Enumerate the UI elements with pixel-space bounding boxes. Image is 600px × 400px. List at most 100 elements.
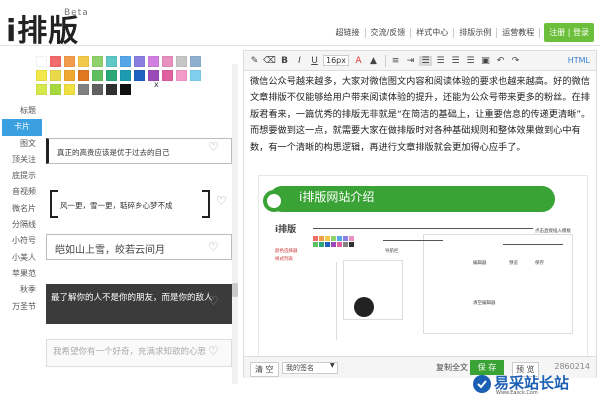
chevron-down-icon[interactable]: ▼	[330, 362, 335, 369]
category-item[interactable]: 卡片	[2, 119, 42, 136]
card-text: 最了解你的人不是你的朋友，而是你的敌人	[51, 293, 213, 303]
nav-tutorials[interactable]: 运营教程	[497, 27, 541, 38]
logo[interactable]: i排版 Beta	[6, 6, 88, 50]
login-button[interactable]: 注册 | 登录	[544, 23, 594, 42]
style-card[interactable]: 皑如山上雪，皎若云间月	[46, 234, 232, 260]
heart-icon[interactable]: ♡	[208, 344, 219, 358]
category-item[interactable]: 秋季	[0, 282, 44, 298]
category-item[interactable]: 标题	[0, 103, 44, 119]
color-swatch[interactable]	[134, 56, 145, 67]
color-swatch[interactable]	[64, 56, 75, 67]
scrollbar-thumb[interactable]	[232, 283, 238, 297]
style-card[interactable]: 风一更，雪一更，聒碎乡心梦不成	[46, 188, 232, 220]
watermark: 易采站长站 Www.Easck.Com	[470, 370, 598, 400]
color-swatch[interactable]	[36, 84, 47, 95]
color-swatch[interactable]	[64, 84, 75, 95]
undo-icon[interactable]: ↶	[494, 56, 507, 66]
heart-icon[interactable]: ♡	[216, 194, 227, 208]
color-swatch[interactable]	[120, 70, 131, 81]
divider	[313, 228, 533, 229]
align-center-icon[interactable]: ☰	[434, 56, 447, 66]
color-swatch[interactable]	[64, 70, 75, 81]
color-swatch[interactable]	[190, 56, 201, 67]
color-swatch[interactable]	[162, 56, 173, 67]
nav-hyperlink[interactable]: 超链接	[331, 27, 366, 38]
color-swatch[interactable]	[50, 56, 61, 67]
swatch-row	[36, 84, 214, 95]
align-right-icon[interactable]: ☰	[449, 56, 462, 66]
color-swatch[interactable]	[106, 56, 117, 67]
align-justify-icon[interactable]: ☰	[464, 56, 477, 66]
color-swatch[interactable]	[36, 56, 47, 67]
category-item[interactable]: 图文	[0, 136, 44, 152]
heart-icon[interactable]: ♡	[208, 294, 219, 308]
color-swatch[interactable]	[92, 70, 103, 81]
card-text: 真正的高贵应该是优于过去的自己	[57, 148, 170, 157]
italic-icon[interactable]: I	[293, 56, 306, 66]
color-swatch[interactable]	[36, 70, 47, 81]
underline-icon[interactable]: U	[308, 56, 321, 66]
swatch-row	[36, 56, 214, 67]
category-item[interactable]: 小符号	[0, 233, 44, 249]
indent-icon[interactable]: ⇥	[404, 56, 417, 66]
style-card[interactable]: 最了解你的人不是你的朋友，而是你的敌人	[46, 284, 232, 324]
heart-icon[interactable]: ♡	[208, 240, 219, 254]
color-swatch[interactable]	[120, 84, 131, 95]
font-size-select[interactable]: 16px	[323, 55, 349, 66]
scrollbar-track[interactable]	[232, 64, 238, 384]
color-swatch[interactable]	[162, 70, 173, 81]
color-swatch[interactable]	[50, 84, 61, 95]
color-swatch[interactable]	[148, 56, 159, 67]
editor-paragraph[interactable]: 微信公众号越来越多，大家对微信图文内容和阅读体验的要求也越来越高。好的微信文章排…	[250, 74, 592, 156]
category-item[interactable]: 底提示	[0, 168, 44, 184]
palette-close-icon[interactable]: x	[154, 80, 159, 89]
color-swatch[interactable]	[106, 70, 117, 81]
card-text: 皑如山上雪，皎若云间月	[55, 245, 165, 256]
nav-examples[interactable]: 排版示例	[454, 27, 498, 38]
embedded-article[interactable]: i排版网站介绍 i排版 点击直接插入模板 颜色选择器 导航栏 编辑器 样式列表 …	[258, 175, 588, 373]
color-swatch[interactable]	[50, 70, 61, 81]
category-item[interactable]: 分隔线	[0, 217, 44, 233]
color-swatch[interactable]	[120, 56, 131, 67]
divider	[385, 54, 386, 67]
color-swatch[interactable]	[78, 70, 89, 81]
clear-button[interactable]: 清 空	[250, 362, 279, 377]
category-item[interactable]: 苹果范	[0, 266, 44, 282]
heart-icon[interactable]: ♡	[208, 140, 219, 154]
color-swatch[interactable]	[78, 84, 89, 95]
nav-style-center[interactable]: 样式中心	[411, 27, 455, 38]
category-item[interactable]: 音视频	[0, 184, 44, 200]
category-item[interactable]: 小美人	[0, 250, 44, 266]
nav-feedback[interactable]: 交流/反馈	[366, 27, 412, 38]
redo-icon[interactable]: ↷	[509, 56, 522, 66]
list-icon[interactable]: ≡	[389, 56, 402, 66]
eraser-icon[interactable]: ⌫	[263, 56, 276, 66]
html-mode-button[interactable]: HTML	[568, 56, 590, 65]
highlight-icon[interactable]: ▲	[367, 56, 380, 66]
style-card[interactable]: 真正的高贵应该是优于过去的自己	[46, 138, 232, 164]
image-icon[interactable]: ▣	[479, 56, 492, 66]
color-swatch[interactable]	[190, 70, 201, 81]
mini-label: 编辑器	[473, 261, 487, 266]
top-nav: 超链接 交流/反馈 样式中心 排版示例 运营教程 注册 | 登录	[331, 23, 594, 42]
category-item[interactable]: 万圣节	[0, 299, 44, 315]
color-swatch[interactable]	[92, 84, 103, 95]
category-item[interactable]: 微名片	[0, 201, 44, 217]
color-swatch[interactable]	[78, 56, 89, 67]
format-brush-icon[interactable]: ✎	[248, 56, 261, 66]
divider	[503, 244, 563, 245]
color-swatch[interactable]	[92, 56, 103, 67]
bold-icon[interactable]: B	[278, 56, 291, 66]
copy-all-button[interactable]: 复制全文	[436, 362, 468, 373]
color-swatch[interactable]	[106, 84, 117, 95]
category-item[interactable]: 顶关注	[0, 152, 44, 168]
style-card[interactable]: 我希望你有一个好奇，充满求知欲的心思	[46, 339, 232, 367]
color-swatch[interactable]	[176, 56, 187, 67]
mini-palette	[313, 236, 373, 260]
align-left-icon[interactable]: ☰	[419, 55, 432, 66]
color-swatch[interactable]	[176, 70, 187, 81]
mini-logo: i排版	[275, 225, 297, 235]
color-swatch[interactable]	[134, 70, 145, 81]
font-color-icon[interactable]: A	[352, 56, 365, 66]
mini-cards	[343, 260, 403, 320]
